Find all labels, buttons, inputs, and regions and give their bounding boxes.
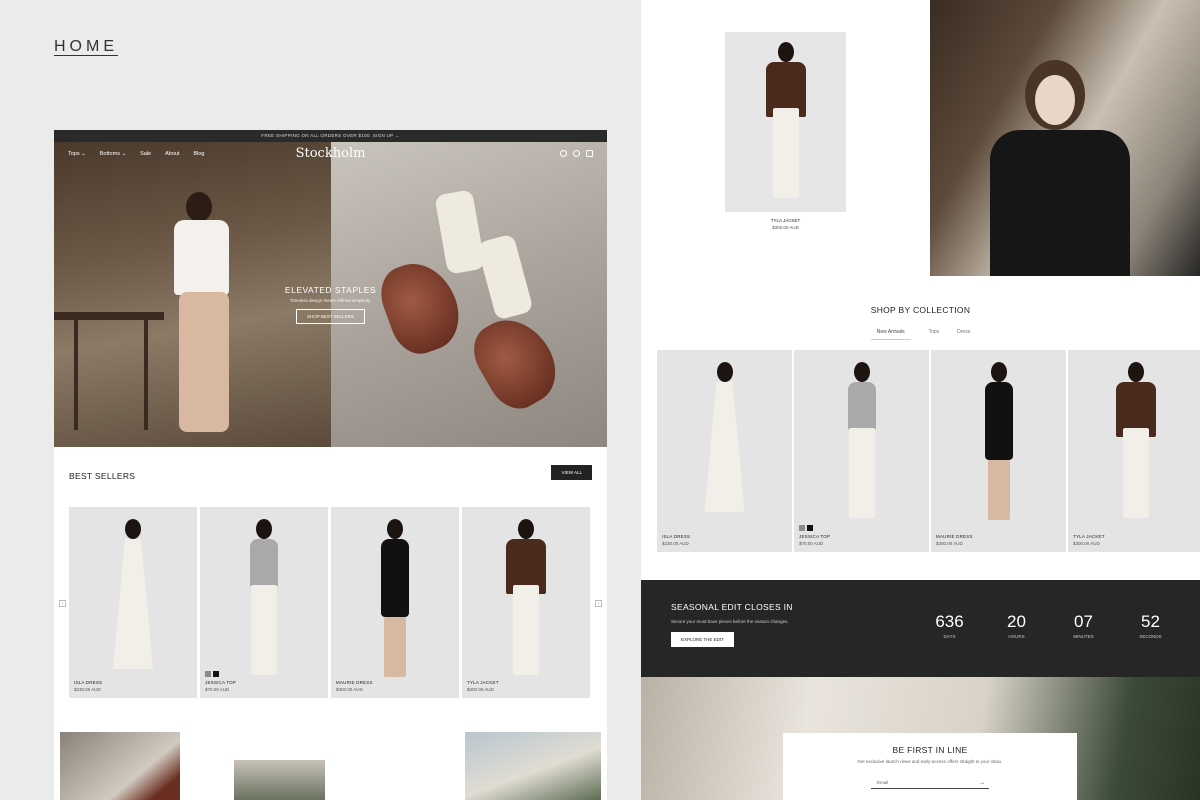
product-card[interactable]: ISLA DRESS $230.00 AUD xyxy=(69,507,197,698)
best-sellers-grid: ISLA DRESS $230.00 AUD JESSICA TOP $70.0… xyxy=(69,507,590,698)
product-card[interactable]: TYLA JACKET $300.00 AUD xyxy=(462,507,590,698)
countdown-days: 636 DAYS xyxy=(935,612,964,639)
shop-best-sellers-button[interactable]: SHOP BEST SELLERS xyxy=(295,309,366,324)
hero-subtitle: Timeless design meets refined simplicity… xyxy=(289,298,372,303)
tab-new-arrivals[interactable]: New Arrivals xyxy=(870,329,911,340)
search-icon[interactable] xyxy=(560,150,567,157)
table-leg xyxy=(74,320,78,430)
editorial-portrait xyxy=(930,0,1200,276)
lookbook-image xyxy=(60,732,180,800)
swatch-black[interactable] xyxy=(213,671,219,677)
collection-title: SHOP BY COLLECTION xyxy=(870,305,971,315)
email-field[interactable]: Email → xyxy=(871,777,989,789)
product-price: $300.00 AUD xyxy=(936,541,963,546)
best-sellers-header: BEST SELLERS VIEW ALL xyxy=(54,447,607,507)
product-price: $300.00 AUD xyxy=(1073,541,1100,546)
product-card[interactable]: TYLA JACKET $300.00 AUD xyxy=(1068,350,1200,552)
lookbook-image xyxy=(465,732,601,800)
nav-tops[interactable]: Tops ⌄ xyxy=(68,151,86,157)
newsletter-signup: BE FIRST IN LINE Get exclusive launch ne… xyxy=(783,733,1077,800)
portrait-face xyxy=(1035,75,1075,125)
featured-product-panel: TYLA JACKET $300.00 AUD xyxy=(641,0,930,276)
email-placeholder: Email xyxy=(877,780,889,785)
product-card[interactable]: MAURIE DRESS $300.00 AUD xyxy=(331,507,459,698)
product-price: $230.00 AUD xyxy=(74,687,101,692)
swatch-grey[interactable] xyxy=(799,525,805,531)
product-price: $300.00 AUD xyxy=(467,687,494,692)
lookbook-strip xyxy=(54,732,607,800)
product-name: JESSICA TOP xyxy=(205,680,237,685)
product-model xyxy=(1106,362,1166,527)
product-model xyxy=(234,519,294,684)
product-price: $70.00 AUD xyxy=(205,687,230,692)
nav-sale[interactable]: Sale xyxy=(140,151,151,157)
hero-banner: Tops ⌄ Bottoms ⌄ Sale About Blog Stockho… xyxy=(54,142,607,447)
product-model xyxy=(103,519,163,684)
product-model xyxy=(365,519,425,684)
collection-grid: ISLA DRESS $230.00 AUD JESSICA TOP $70.0… xyxy=(657,350,1200,552)
product-name: MAURIE DRESS xyxy=(936,534,973,539)
featured-product-price: $300.00 AUD xyxy=(772,225,799,230)
product-model xyxy=(756,42,816,207)
account-icon[interactable] xyxy=(573,150,580,157)
countdown-seconds: 52 SECONDS xyxy=(1139,612,1162,639)
product-card[interactable]: MAURIE DRESS $300.00 AUD xyxy=(931,350,1066,552)
shop-by-collection: SHOP BY COLLECTION New Arrivals Tops Dre… xyxy=(641,276,1200,580)
countdown-title: SEASONAL EDIT CLOSES IN xyxy=(671,602,793,612)
product-model xyxy=(496,519,556,684)
countdown-banner: SEASONAL EDIT CLOSES IN Secure your must… xyxy=(641,580,1200,677)
product-card[interactable]: ISLA DRESS $230.00 AUD xyxy=(657,350,792,552)
main-nav: Tops ⌄ Bottoms ⌄ Sale About Blog Stockho… xyxy=(68,146,593,161)
featured-product-name: TYLA JACKET xyxy=(770,218,801,223)
nav-about[interactable]: About xyxy=(165,151,179,157)
page-label: HOME xyxy=(54,38,118,55)
tab-dress[interactable]: Dress xyxy=(957,329,970,340)
countdown-timer: 636 DAYS 20 HOURS 07 MINUTES 52 SECONDS xyxy=(916,612,1184,639)
cart-icon[interactable] xyxy=(586,150,593,157)
nav-bottoms[interactable]: Bottoms ⌄ xyxy=(100,151,126,157)
product-price: $230.00 AUD xyxy=(662,541,689,546)
product-model xyxy=(969,362,1029,527)
product-price: $300.00 AUD xyxy=(336,687,363,692)
product-name: JESSICA TOP xyxy=(799,534,831,539)
hero-copy: ELEVATED STAPLES Timeless design meets r… xyxy=(54,285,607,324)
submit-arrow-icon[interactable]: → xyxy=(979,777,985,789)
swatch-black[interactable] xyxy=(807,525,813,531)
carousel-prev-icon[interactable]: ‹ xyxy=(59,600,66,607)
countdown-minutes: 07 MINUTES xyxy=(1073,612,1094,639)
product-price: $70.00 AUD xyxy=(799,541,824,546)
swatch-grey[interactable] xyxy=(205,671,211,677)
announcement-bar[interactable]: FREE SHIPPING ON ALL ORDERS OVER $100. S… xyxy=(54,130,607,142)
portrait-coat xyxy=(990,130,1130,276)
signup-title: BE FIRST IN LINE xyxy=(892,745,968,755)
view-all-button[interactable]: VIEW ALL xyxy=(551,465,592,480)
countdown-subtitle: Secure your must-have pieces before the … xyxy=(671,619,789,624)
nav-blog[interactable]: Blog xyxy=(193,151,204,157)
product-name: TYLA JACKET xyxy=(1073,534,1105,539)
product-name: TYLA JACKET xyxy=(467,680,499,685)
featured-product-image[interactable] xyxy=(725,32,846,212)
carousel-next-icon[interactable]: › xyxy=(595,600,602,607)
collection-tabs: New Arrivals Tops Dress xyxy=(641,329,1200,340)
explore-edit-button[interactable]: EXPLORE THE EDIT xyxy=(671,632,734,647)
product-name: ISLA DRESS xyxy=(74,680,103,685)
sock xyxy=(434,189,486,275)
lookbook-image xyxy=(234,760,325,800)
signup-subtitle: Get exclusive launch news and early-acce… xyxy=(857,759,1003,764)
color-swatches xyxy=(799,525,813,531)
product-name: MAURIE DRESS xyxy=(336,680,373,685)
brand-logo[interactable]: Stockholm xyxy=(296,146,366,161)
best-sellers-title: BEST SELLERS xyxy=(69,471,136,481)
product-name: ISLA DRESS xyxy=(662,534,691,539)
product-card[interactable]: JESSICA TOP $70.00 AUD xyxy=(200,507,328,698)
countdown-hours: 20 HOURS xyxy=(1007,612,1026,639)
homepage-mockup: FREE SHIPPING ON ALL ORDERS OVER $100. S… xyxy=(54,130,607,800)
product-card[interactable]: JESSICA TOP $70.00 AUD xyxy=(794,350,929,552)
table-leg xyxy=(144,320,148,430)
product-model xyxy=(695,362,755,527)
tab-tops[interactable]: Tops xyxy=(929,329,940,340)
color-swatches xyxy=(205,671,219,677)
hero-title: ELEVATED STAPLES xyxy=(284,285,377,295)
product-model xyxy=(832,362,892,527)
